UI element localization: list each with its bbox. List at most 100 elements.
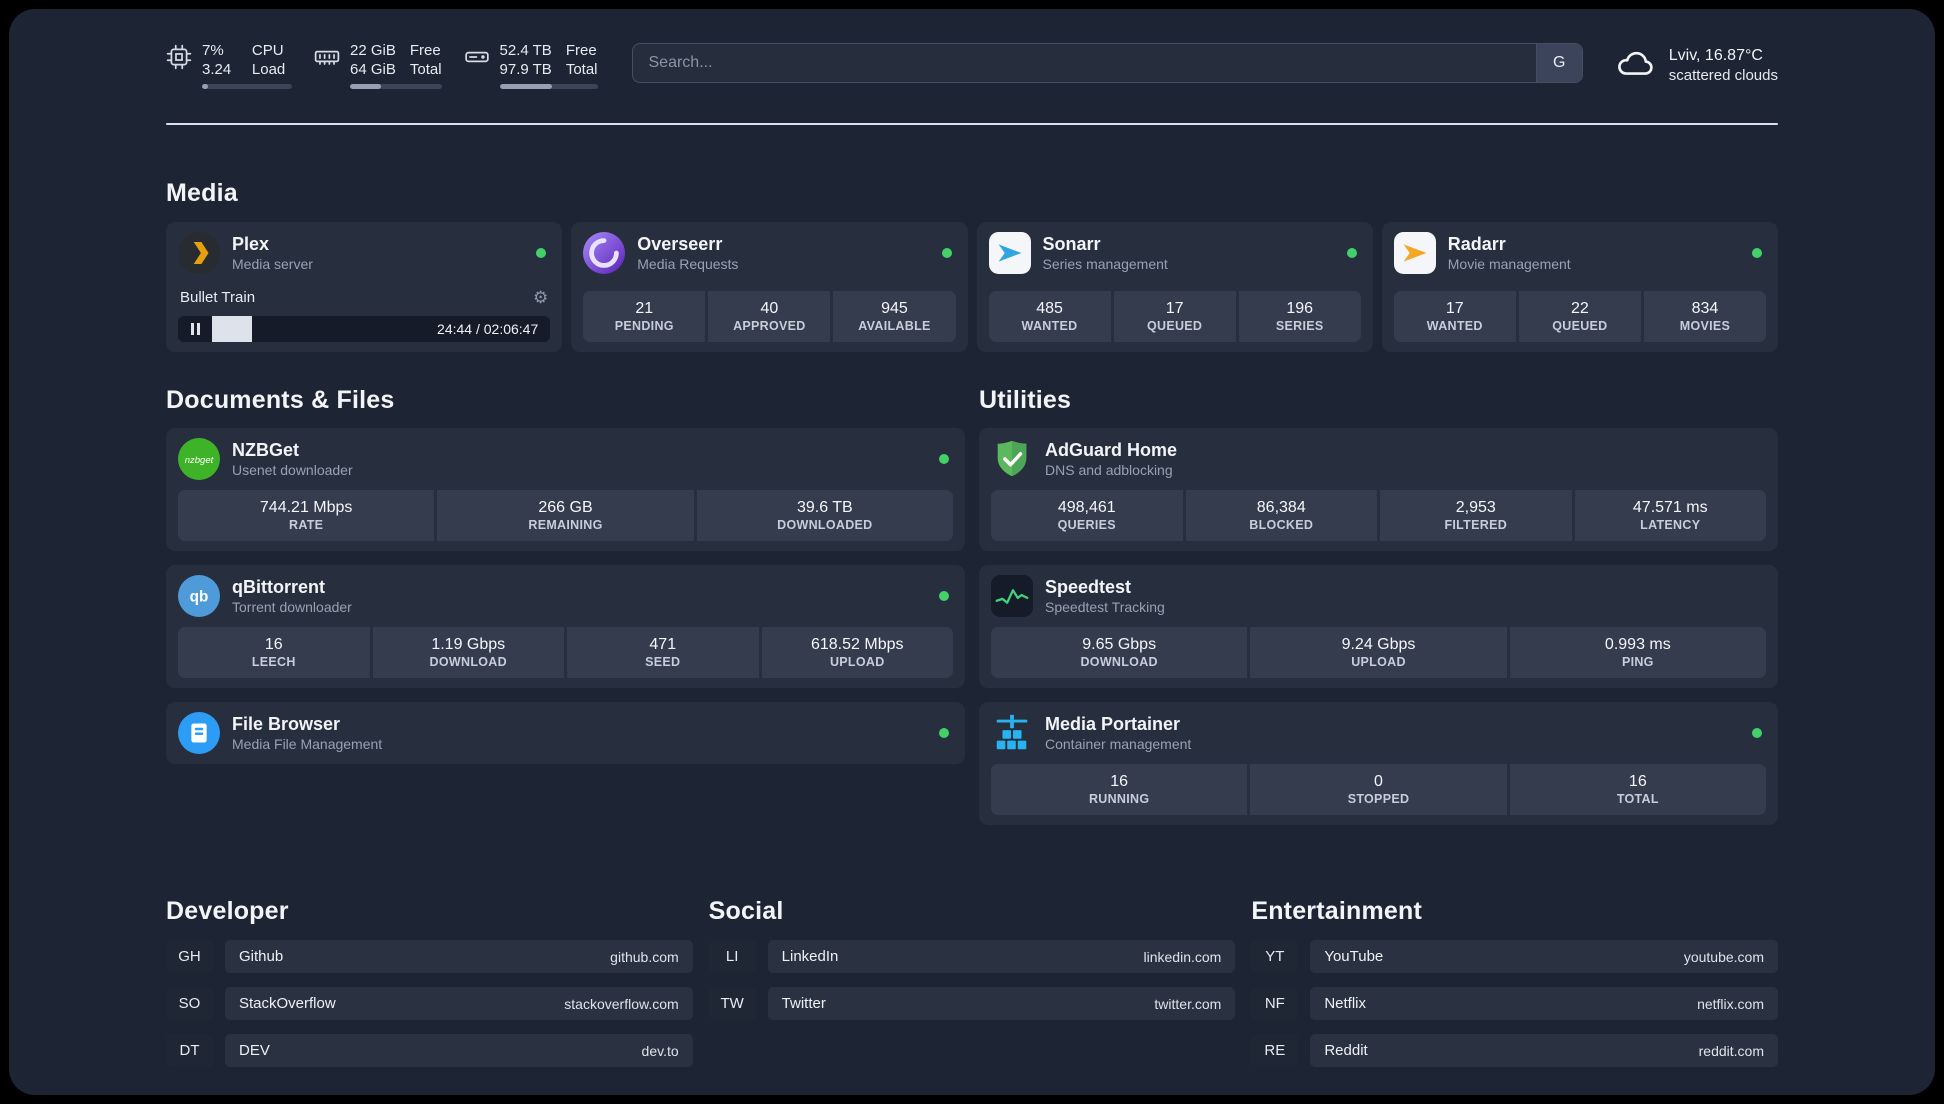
stat-tile: 21 PENDING: [583, 291, 706, 342]
entertainment-links: Entertainment YT YouTube youtube.com NF N…: [1251, 897, 1778, 1067]
app-name: Media Portainer: [1045, 714, 1181, 734]
app-name: Sonarr: [1042, 234, 1101, 254]
portainer-icon: [991, 712, 1033, 754]
section-title-media: Media: [166, 179, 238, 207]
cpu-load-value: 3.24: [202, 61, 232, 78]
app-card-speedtest[interactable]: Speedtest Speedtest Tracking 9.65 Gbps DO…: [979, 565, 1778, 688]
svg-text:qb: qb: [190, 589, 209, 606]
disk-metric: 52.4 TB Free 97.9 TB Total: [464, 41, 598, 89]
link-row-linkedin: LI LinkedIn linkedin.com: [708, 940, 1236, 973]
link-twitter[interactable]: Twitter twitter.com: [767, 987, 1236, 1020]
topbar-divider: [166, 123, 1778, 125]
search-engine-button[interactable]: G: [1535, 44, 1582, 82]
cpu-load-label: Load: [251, 61, 286, 78]
status-dot: [1752, 248, 1762, 258]
app-name: File Browser: [232, 714, 341, 734]
filebrowser-icon: [178, 712, 220, 754]
link-reddit[interactable]: Reddit reddit.com: [1310, 1034, 1778, 1067]
cpu-progress-bar: [202, 84, 292, 89]
plex-icon: [178, 232, 220, 274]
stat-tile: 39.6 TB DOWNLOADED: [696, 490, 953, 541]
app-card-sonarr[interactable]: Sonarr Series management 485 WANTED 17 QUE…: [976, 222, 1373, 352]
ram-free-label: Free: [409, 42, 441, 59]
app-name: AdGuard Home: [1045, 440, 1178, 460]
stat-tile: 1.19 Gbps DOWNLOAD: [372, 627, 564, 678]
stat-tile: 945 AVAILABLE: [833, 291, 956, 342]
link-row-stackoverflow: SO StackOverflow stackoverflow.com: [166, 987, 693, 1020]
section-title-social: Social: [708, 897, 784, 925]
cpu-icon: [166, 44, 192, 75]
abbr-badge: RE: [1251, 1034, 1299, 1067]
status-dot: [536, 248, 547, 258]
app-card-portainer[interactable]: Media Portainer Container management 16 R…: [979, 702, 1778, 825]
adguard-icon: [991, 438, 1033, 480]
app-card-nzbget[interactable]: nzbget NZBGet Usenet downloader 744.21 M…: [166, 428, 965, 551]
disk-icon: [464, 44, 490, 75]
app-card-overseerr[interactable]: Overseerr Media Requests 21 PENDING 40 APP…: [571, 222, 968, 352]
app-subtitle: Movie management: [1447, 256, 1571, 272]
ram-total-label: Total: [409, 61, 442, 78]
social-links: Social LI LinkedIn linkedin.com TW Twitte…: [708, 897, 1236, 1020]
link-github[interactable]: Github github.com: [225, 940, 693, 973]
gear-icon[interactable]: ⚙: [533, 289, 548, 306]
disk-total-label: Total: [565, 61, 598, 78]
section-title-entertainment: Entertainment: [1251, 897, 1423, 925]
abbr-badge: SO: [166, 987, 213, 1020]
weather-condition: scattered clouds: [1668, 66, 1778, 84]
link-stackoverflow[interactable]: StackOverflow stackoverflow.com: [225, 987, 693, 1020]
link-netflix[interactable]: Netflix netflix.com: [1310, 987, 1778, 1020]
stat-tile: 266 GB REMAINING: [437, 490, 694, 541]
now-playing-title: Bullet Train: [180, 288, 256, 306]
stat-tile: 17 WANTED: [1393, 291, 1516, 342]
app-name: NZBGet: [232, 440, 299, 460]
stats-row: 16 LEECH 1.19 Gbps DOWNLOAD 471 SEED 618.52…: [178, 627, 953, 678]
pause-button[interactable]: [178, 316, 212, 342]
ram-total-value: 64 GiB: [350, 61, 396, 78]
developer-links: Developer GH Github github.com SO StackOv…: [166, 897, 693, 1067]
stat-tile: 471 SEED: [567, 627, 759, 678]
stat-tile: 485 WANTED: [988, 291, 1111, 342]
link-row-github: GH Github github.com: [166, 940, 693, 973]
ram-free-value: 22 GiB: [350, 42, 396, 59]
app-card-qbittorrent[interactable]: qb qBittorrent Torrent downloader 16 LEEC…: [166, 565, 965, 688]
search-bar[interactable]: G: [631, 43, 1583, 83]
abbr-badge: LI: [708, 940, 756, 973]
media-section: Plex Media server Bullet Train ⚙ 24:44 /…: [166, 222, 1778, 352]
cpu-usage-value: 7%: [202, 42, 224, 59]
app-card-plex[interactable]: Plex Media server Bullet Train ⚙ 24:44 /…: [166, 222, 563, 352]
ram-progress-bar: [350, 84, 442, 89]
app-subtitle: Media Requests: [637, 256, 739, 272]
sonarr-icon: [988, 232, 1031, 274]
stats-row: 21 PENDING 40 APPROVED 945 AVAILABLE: [583, 291, 956, 342]
status-dot: [1346, 248, 1357, 258]
playback-progress-bar[interactable]: 24:44 / 02:06:47: [178, 316, 551, 342]
status-dot: [939, 728, 949, 738]
svg-text:nzbget: nzbget: [185, 455, 214, 466]
weather-widget: Lviv, 16.87°C scattered clouds: [1615, 42, 1778, 89]
link-youtube[interactable]: YouTube youtube.com: [1310, 940, 1778, 973]
status-dot: [941, 248, 952, 258]
stat-tile: 9.65 Gbps DOWNLOAD: [991, 627, 1248, 678]
pause-icon: [190, 323, 200, 335]
link-row-reddit: RE Reddit reddit.com: [1251, 1034, 1778, 1067]
link-row-dev: DT DEV dev.to: [166, 1034, 693, 1067]
ram-metric: 22 GiB Free 64 GiB Total: [314, 41, 442, 89]
stats-row: 16 RUNNING 0 STOPPED 16 TOTAL: [991, 764, 1766, 815]
section-title-documents: Documents & Files: [166, 386, 395, 414]
disk-free-label: Free: [565, 42, 597, 59]
cpu-label: CPU: [251, 42, 284, 59]
section-title-developer: Developer: [166, 897, 289, 925]
link-dev[interactable]: DEV dev.to: [225, 1034, 693, 1067]
app-card-filebrowser[interactable]: File Browser Media File Management: [166, 702, 965, 764]
stat-tile: 9.24 Gbps UPLOAD: [1250, 627, 1507, 678]
stat-tile: 0.993 ms PING: [1509, 627, 1766, 678]
weather-location: Lviv, 16.87°C: [1668, 46, 1763, 64]
link-linkedin[interactable]: LinkedIn linkedin.com: [767, 940, 1236, 973]
status-dot: [939, 454, 949, 464]
app-card-radarr[interactable]: Radarr Movie management 17 WANTED 22 QUEUE…: [1381, 222, 1778, 352]
stat-tile: 16 TOTAL: [1509, 764, 1766, 815]
search-input[interactable]: [632, 44, 1536, 82]
abbr-badge: DT: [166, 1034, 213, 1067]
app-card-adguard[interactable]: AdGuard Home DNS and adblocking 498,461 Q…: [979, 428, 1778, 551]
stat-tile: 0 STOPPED: [1250, 764, 1507, 815]
